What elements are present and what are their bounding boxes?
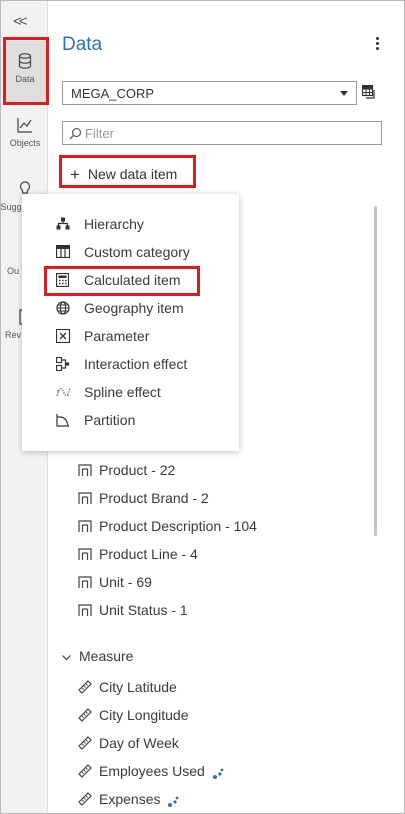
menu-item-label: Interaction effect — [84, 356, 188, 372]
measure-ruler-icon — [78, 792, 92, 806]
rail-item-objects[interactable]: Objects — [3, 117, 47, 148]
menu-item-label: Calculated item — [84, 272, 181, 288]
hierarchy-icon — [56, 217, 70, 233]
rail-item-objects-label: Objects — [9, 138, 41, 148]
menu-item-partition[interactable]: Partition — [54, 412, 135, 432]
kebab-menu-icon[interactable] — [374, 37, 380, 53]
page-title: Data — [62, 34, 103, 55]
category-item-label: Unit Status - 1 — [99, 602, 188, 618]
search-icon — [69, 127, 82, 145]
category-item-label: Product Line - 4 — [99, 546, 198, 562]
partition-icon — [56, 413, 70, 430]
menu-item-label: Partition — [84, 412, 136, 428]
category-icon — [78, 548, 92, 560]
category-item-label: Product - 22 — [99, 462, 176, 478]
menu-item-parameter[interactable]: Parameter — [54, 328, 149, 348]
chevron-down-icon — [62, 652, 71, 664]
category-icon — [78, 604, 92, 616]
measure-item[interactable]: Employees Used — [78, 762, 231, 782]
line-chart-icon — [3, 117, 47, 135]
menu-item-calculated-item[interactable]: Calculated item — [54, 272, 181, 292]
parameter-icon — [55, 328, 71, 346]
category-item[interactable]: Unit - 69 — [78, 574, 152, 594]
category-item[interactable]: Product - 22 — [78, 462, 175, 482]
measure-ruler-icon — [78, 764, 92, 778]
rail-item-data-label: Data — [15, 74, 35, 84]
collapse-rail-button[interactable]: << — [13, 13, 27, 30]
data-pane-window: << Data Objects Sugg Ou Rev Data MEGA_CO… — [0, 0, 405, 814]
chevron-down-icon — [340, 91, 348, 96]
derived-item-icon — [168, 796, 179, 808]
category-item[interactable]: Unit Status - 1 — [78, 602, 188, 622]
category-item[interactable]: Product Brand - 2 — [78, 490, 209, 510]
measure-ruler-icon — [78, 680, 92, 694]
menu-item-label: Parameter — [84, 328, 150, 344]
measure-item[interactable]: Day of Week — [78, 734, 179, 754]
calculator-icon — [55, 272, 70, 290]
menu-item-label: Spline effect — [84, 384, 161, 400]
measure-ruler-icon — [78, 708, 92, 722]
category-icon — [78, 576, 92, 588]
rail-item-suggestions-label: Sugg — [0, 202, 22, 212]
rail-item-report-label: Rev — [4, 330, 21, 340]
measure-item-label: Day of Week — [99, 735, 179, 751]
measure-item-label: City Latitude — [99, 679, 177, 695]
measure-item[interactable]: Expenses — [78, 790, 186, 810]
data-source-select[interactable]: MEGA_CORP — [62, 81, 357, 105]
category-icon — [78, 464, 92, 476]
measure-item-label: City Longitude — [99, 707, 189, 723]
menu-item-spline-effect[interactable]: Spline effect — [54, 384, 161, 404]
new-data-item-button[interactable]: + New data item — [62, 159, 194, 187]
plus-icon: + — [70, 165, 80, 184]
menu-item-hierarchy[interactable]: Hierarchy — [54, 216, 144, 236]
globe-icon — [56, 301, 70, 318]
category-item-label: Product Description - 104 — [99, 518, 257, 534]
rail-item-outline-label: Ou — [6, 266, 19, 276]
spline-effect-icon — [56, 385, 71, 401]
filter-input[interactable] — [85, 125, 375, 141]
category-item-label: Unit - 69 — [99, 574, 152, 590]
database-icon — [3, 53, 47, 71]
derived-item-icon — [212, 768, 224, 780]
category-item[interactable]: Product Line - 4 — [78, 546, 198, 566]
new-data-item-menu: Hierarchy Custom category Calculated ite… — [22, 194, 239, 451]
menu-item-label: Hierarchy — [84, 216, 144, 232]
measure-section-header[interactable]: Measure — [62, 648, 133, 664]
category-icon — [78, 492, 92, 504]
rail-item-data[interactable]: Data — [3, 41, 47, 103]
menu-item-label: Geography item — [84, 300, 184, 316]
measure-ruler-icon — [78, 736, 92, 750]
measure-item-label: Employees Used — [99, 763, 205, 779]
measure-item-label: Expenses — [99, 791, 161, 807]
menu-item-interaction-effect[interactable]: Interaction effect — [54, 356, 187, 376]
data-table-icon[interactable] — [361, 84, 377, 104]
filter-field[interactable] — [62, 121, 382, 145]
measure-item[interactable]: City Longitude — [78, 706, 189, 726]
data-source-value: MEGA_CORP — [71, 86, 155, 101]
interaction-effect-icon — [55, 356, 70, 374]
menu-item-geography-item[interactable]: Geography item — [54, 300, 184, 320]
category-icon — [78, 520, 92, 532]
category-item[interactable]: Product Description - 104 — [78, 518, 257, 538]
scrollbar[interactable] — [374, 206, 377, 536]
category-item-label: Product Brand - 2 — [99, 490, 209, 506]
measure-section-label: Measure — [79, 648, 134, 664]
measure-item[interactable]: City Latitude — [78, 678, 177, 698]
menu-item-label: Custom category — [84, 244, 190, 260]
menu-item-custom-category[interactable]: Custom category — [54, 244, 190, 264]
custom-category-icon — [55, 244, 71, 261]
new-data-item-label: New data item — [87, 166, 178, 182]
